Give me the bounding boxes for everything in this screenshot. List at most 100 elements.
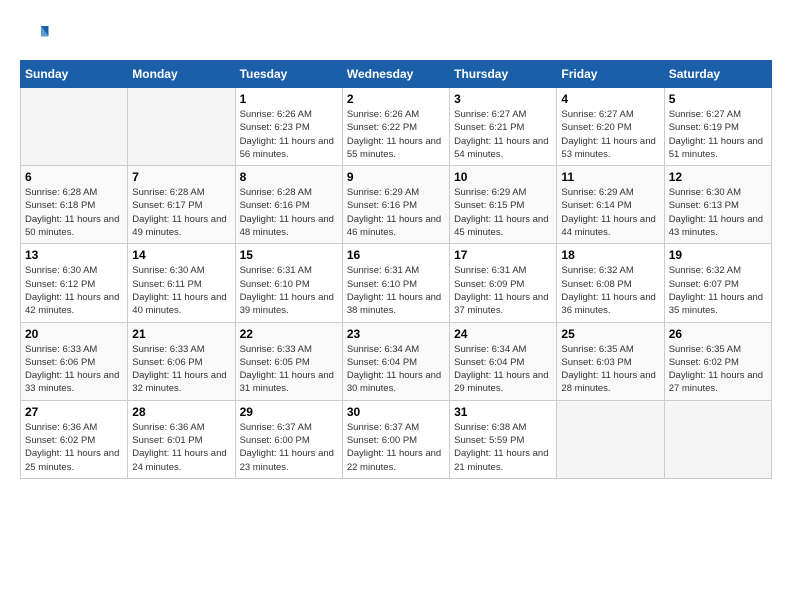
day-info: Sunrise: 6:29 AM Sunset: 6:14 PM Dayligh…: [561, 186, 659, 239]
day-number: 28: [132, 405, 230, 419]
day-number: 13: [25, 248, 123, 262]
calendar-day-cell: 2 Sunrise: 6:26 AM Sunset: 6:22 PM Daylig…: [342, 88, 449, 166]
day-info: Sunrise: 6:34 AM Sunset: 6:04 PM Dayligh…: [347, 343, 445, 396]
day-info: Sunrise: 6:33 AM Sunset: 6:06 PM Dayligh…: [25, 343, 123, 396]
logo: [20, 20, 54, 50]
calendar-week-row: 13 Sunrise: 6:30 AM Sunset: 6:12 PM Dayli…: [21, 244, 772, 322]
calendar-day-cell: [664, 400, 771, 478]
calendar-day-cell: 21 Sunrise: 6:33 AM Sunset: 6:06 PM Dayli…: [128, 322, 235, 400]
day-number: 7: [132, 170, 230, 184]
calendar-day-cell: 20 Sunrise: 6:33 AM Sunset: 6:06 PM Dayli…: [21, 322, 128, 400]
calendar-day-cell: 13 Sunrise: 6:30 AM Sunset: 6:12 PM Dayli…: [21, 244, 128, 322]
day-info: Sunrise: 6:29 AM Sunset: 6:16 PM Dayligh…: [347, 186, 445, 239]
day-of-week-header: Saturday: [664, 61, 771, 88]
calendar-header-row: SundayMondayTuesdayWednesdayThursdayFrid…: [21, 61, 772, 88]
day-number: 20: [25, 327, 123, 341]
logo-icon: [20, 20, 50, 50]
day-number: 6: [25, 170, 123, 184]
calendar-day-cell: 1 Sunrise: 6:26 AM Sunset: 6:23 PM Daylig…: [235, 88, 342, 166]
calendar-day-cell: 17 Sunrise: 6:31 AM Sunset: 6:09 PM Dayli…: [450, 244, 557, 322]
calendar-day-cell: 6 Sunrise: 6:28 AM Sunset: 6:18 PM Daylig…: [21, 166, 128, 244]
calendar-table: SundayMondayTuesdayWednesdayThursdayFrid…: [20, 60, 772, 479]
day-of-week-header: Monday: [128, 61, 235, 88]
day-info: Sunrise: 6:36 AM Sunset: 6:02 PM Dayligh…: [25, 421, 123, 474]
day-info: Sunrise: 6:28 AM Sunset: 6:18 PM Dayligh…: [25, 186, 123, 239]
calendar-day-cell: 18 Sunrise: 6:32 AM Sunset: 6:08 PM Dayli…: [557, 244, 664, 322]
day-of-week-header: Sunday: [21, 61, 128, 88]
calendar-day-cell: [21, 88, 128, 166]
day-info: Sunrise: 6:35 AM Sunset: 6:02 PM Dayligh…: [669, 343, 767, 396]
calendar-week-row: 6 Sunrise: 6:28 AM Sunset: 6:18 PM Daylig…: [21, 166, 772, 244]
calendar-day-cell: 28 Sunrise: 6:36 AM Sunset: 6:01 PM Dayli…: [128, 400, 235, 478]
calendar-day-cell: 11 Sunrise: 6:29 AM Sunset: 6:14 PM Dayli…: [557, 166, 664, 244]
day-number: 10: [454, 170, 552, 184]
day-number: 19: [669, 248, 767, 262]
calendar-day-cell: 30Sunrise: 6:37 AM Sunset: 6:00 PM Dayli…: [342, 400, 449, 478]
day-number: 4: [561, 92, 659, 106]
day-number: 27: [25, 405, 123, 419]
day-number: 26: [669, 327, 767, 341]
day-number: 3: [454, 92, 552, 106]
page-header: [20, 20, 772, 50]
calendar-day-cell: [128, 88, 235, 166]
day-info: Sunrise: 6:35 AM Sunset: 6:03 PM Dayligh…: [561, 343, 659, 396]
day-number: 8: [240, 170, 338, 184]
day-number: 17: [454, 248, 552, 262]
calendar-day-cell: 26 Sunrise: 6:35 AM Sunset: 6:02 PM Dayli…: [664, 322, 771, 400]
day-number: 30: [347, 405, 445, 419]
calendar-day-cell: 14 Sunrise: 6:30 AM Sunset: 6:11 PM Dayli…: [128, 244, 235, 322]
day-info: Sunrise: 6:28 AM Sunset: 6:17 PM Dayligh…: [132, 186, 230, 239]
day-info: Sunrise: 6:29 AM Sunset: 6:15 PM Dayligh…: [454, 186, 552, 239]
day-info: Sunrise: 6:30 AM Sunset: 6:13 PM Dayligh…: [669, 186, 767, 239]
day-info: Sunrise: 6:26 AM Sunset: 6:23 PM Dayligh…: [240, 108, 338, 161]
day-info: Sunrise: 6:30 AM Sunset: 6:11 PM Dayligh…: [132, 264, 230, 317]
calendar-day-cell: 16Sunrise: 6:31 AM Sunset: 6:10 PM Dayli…: [342, 244, 449, 322]
day-number: 5: [669, 92, 767, 106]
day-number: 29: [240, 405, 338, 419]
calendar-week-row: 1 Sunrise: 6:26 AM Sunset: 6:23 PM Daylig…: [21, 88, 772, 166]
calendar-day-cell: 19 Sunrise: 6:32 AM Sunset: 6:07 PM Dayli…: [664, 244, 771, 322]
day-info: Sunrise: 6:30 AM Sunset: 6:12 PM Dayligh…: [25, 264, 123, 317]
day-number: 14: [132, 248, 230, 262]
calendar-day-cell: 12 Sunrise: 6:30 AM Sunset: 6:13 PM Dayli…: [664, 166, 771, 244]
day-info: Sunrise: 6:32 AM Sunset: 6:08 PM Dayligh…: [561, 264, 659, 317]
day-info: Sunrise: 6:33 AM Sunset: 6:05 PM Dayligh…: [240, 343, 338, 396]
calendar-day-cell: 9 Sunrise: 6:29 AM Sunset: 6:16 PM Daylig…: [342, 166, 449, 244]
calendar-day-cell: 23 Sunrise: 6:34 AM Sunset: 6:04 PM Dayli…: [342, 322, 449, 400]
calendar-day-cell: [557, 400, 664, 478]
day-info: Sunrise: 6:32 AM Sunset: 6:07 PM Dayligh…: [669, 264, 767, 317]
calendar-day-cell: 27 Sunrise: 6:36 AM Sunset: 6:02 PM Dayli…: [21, 400, 128, 478]
day-number: 31: [454, 405, 552, 419]
day-info: Sunrise: 6:37 AM Sunset: 6:00 PM Dayligh…: [240, 421, 338, 474]
calendar-day-cell: 29 Sunrise: 6:37 AM Sunset: 6:00 PM Dayli…: [235, 400, 342, 478]
calendar-day-cell: 24Sunrise: 6:34 AM Sunset: 6:04 PM Dayli…: [450, 322, 557, 400]
day-of-week-header: Thursday: [450, 61, 557, 88]
day-info: Sunrise: 6:33 AM Sunset: 6:06 PM Dayligh…: [132, 343, 230, 396]
calendar-day-cell: 10 Sunrise: 6:29 AM Sunset: 6:15 PM Dayli…: [450, 166, 557, 244]
calendar-day-cell: 3 Sunrise: 6:27 AM Sunset: 6:21 PM Daylig…: [450, 88, 557, 166]
day-number: 21: [132, 327, 230, 341]
day-number: 1: [240, 92, 338, 106]
day-info: Sunrise: 6:28 AM Sunset: 6:16 PM Dayligh…: [240, 186, 338, 239]
day-number: 2: [347, 92, 445, 106]
calendar-day-cell: 4Sunrise: 6:27 AM Sunset: 6:20 PM Daylig…: [557, 88, 664, 166]
day-number: 23: [347, 327, 445, 341]
day-number: 15: [240, 248, 338, 262]
calendar-day-cell: 8 Sunrise: 6:28 AM Sunset: 6:16 PM Daylig…: [235, 166, 342, 244]
day-info: Sunrise: 6:36 AM Sunset: 6:01 PM Dayligh…: [132, 421, 230, 474]
day-number: 18: [561, 248, 659, 262]
day-of-week-header: Wednesday: [342, 61, 449, 88]
day-number: 12: [669, 170, 767, 184]
day-of-week-header: Friday: [557, 61, 664, 88]
day-info: Sunrise: 6:26 AM Sunset: 6:22 PM Dayligh…: [347, 108, 445, 161]
day-number: 22: [240, 327, 338, 341]
day-number: 11: [561, 170, 659, 184]
calendar-day-cell: 22 Sunrise: 6:33 AM Sunset: 6:05 PM Dayli…: [235, 322, 342, 400]
day-number: 9: [347, 170, 445, 184]
day-info: Sunrise: 6:27 AM Sunset: 6:21 PM Dayligh…: [454, 108, 552, 161]
day-info: Sunrise: 6:27 AM Sunset: 6:19 PM Dayligh…: [669, 108, 767, 161]
calendar-week-row: 20 Sunrise: 6:33 AM Sunset: 6:06 PM Dayli…: [21, 322, 772, 400]
day-info: Sunrise: 6:31 AM Sunset: 6:10 PM Dayligh…: [347, 264, 445, 317]
day-info: Sunrise: 6:31 AM Sunset: 6:10 PM Dayligh…: [240, 264, 338, 317]
day-info: Sunrise: 6:31 AM Sunset: 6:09 PM Dayligh…: [454, 264, 552, 317]
